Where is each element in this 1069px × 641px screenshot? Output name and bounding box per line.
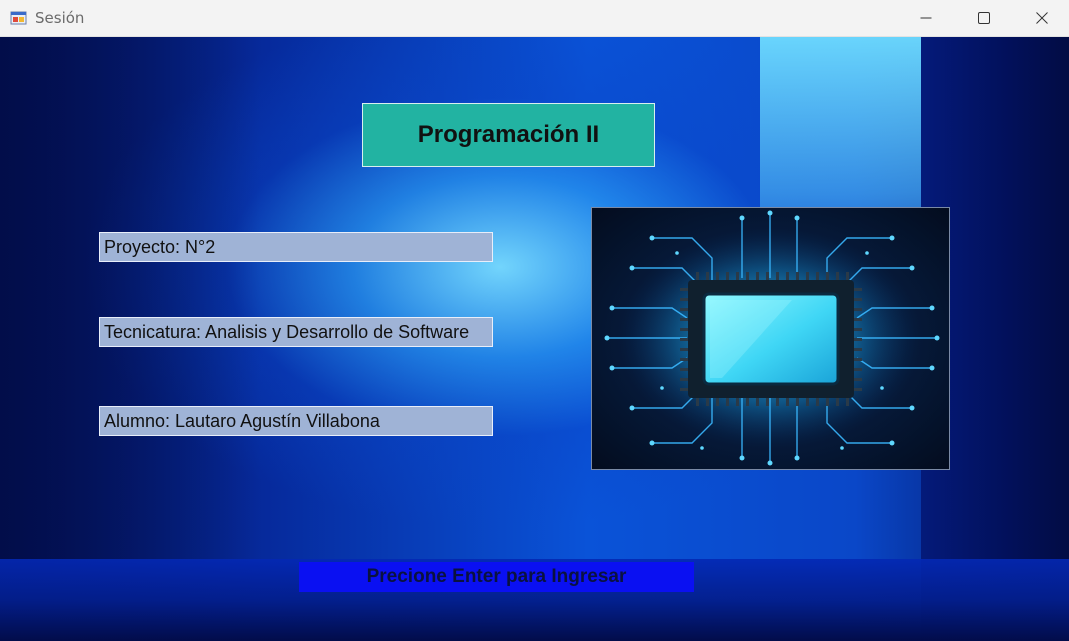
student-label: Alumno: Lautaro Agustín Villabona [99, 406, 493, 436]
close-button[interactable] [1013, 0, 1069, 36]
microchip-image [591, 207, 950, 470]
course-title: Programación II [362, 103, 655, 167]
project-label: Proyecto: N°2 [99, 232, 493, 262]
microchip-circuit-icon [604, 210, 940, 466]
app-icon [10, 9, 27, 26]
login-window: Sesión Programación II Proyecto: N°2 Tec… [0, 0, 1069, 641]
minimize-button[interactable] [897, 0, 955, 36]
form-background: Programación II Proyecto: N°2 Tecnicatur… [0, 37, 1069, 641]
close-icon [1036, 12, 1048, 24]
window-title: Sesión [35, 9, 85, 27]
title-bar[interactable]: Sesión [0, 0, 1069, 37]
maximize-button[interactable] [955, 0, 1013, 36]
maximize-icon [978, 12, 990, 24]
degree-label: Tecnicatura: Analisis y Desarrollo de So… [99, 317, 493, 347]
enter-prompt: Precione Enter para Ingresar [299, 562, 694, 592]
minimize-icon [920, 12, 932, 24]
